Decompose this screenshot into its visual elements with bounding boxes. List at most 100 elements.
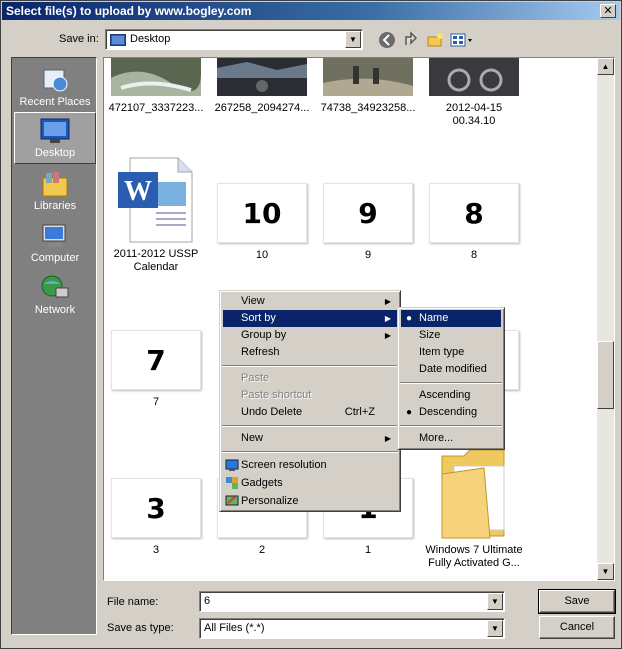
file-name-label: File name: [107, 596, 159, 608]
libraries-icon [42, 172, 68, 197]
scroll-down-button[interactable]: ▼ [597, 563, 614, 580]
file-caption: 10 [255, 249, 269, 261]
image-thumbnail: 3 [111, 478, 201, 538]
places-item-recent-places[interactable]: Recent Places [14, 62, 96, 114]
menu-item-label: Paste [241, 372, 270, 384]
scroll-up-button[interactable]: ▲ [597, 58, 614, 75]
menu-separator [222, 425, 398, 427]
file-item[interactable]: 10 10 [214, 183, 310, 262]
menu-item-label: Name [419, 312, 449, 324]
places-item-label: Libraries [33, 200, 77, 212]
file-dialog-window: Select file(s) to upload by www.bogley.c… [0, 0, 622, 649]
network-icon [41, 275, 69, 298]
places-item-desktop[interactable]: Desktop [14, 112, 96, 164]
file-caption: 267258_2094274... [214, 102, 310, 114]
image-thumbnail: 10 [217, 183, 307, 243]
title-bar[interactable]: Select file(s) to upload by www.bogley.c… [2, 2, 620, 20]
menu-item-new[interactable]: New ▶ [223, 430, 397, 447]
new-folder-icon[interactable] [425, 31, 445, 51]
sort-option-more[interactable]: More... [401, 430, 501, 447]
sort-option-size[interactable]: Size [401, 327, 501, 344]
places-item-label: Network [34, 304, 76, 316]
menu-separator [222, 365, 398, 367]
file-item[interactable]: 3 3 [108, 478, 204, 557]
submenu-arrow-icon: ▶ [384, 314, 391, 323]
sort-option-descending[interactable]: ● Descending [401, 404, 501, 421]
menu-item-gadgets[interactable]: Gadgets [223, 475, 397, 492]
context-menu: View ▶ Sort by ▶ Group by ▶ Refresh Past… [219, 290, 401, 512]
save-in-dropdown[interactable]: Desktop ▼ [105, 29, 363, 50]
file-caption: 2012-04-15 00.34.10 [445, 102, 503, 127]
folder-icon [441, 449, 505, 539]
menu-item-label: More... [419, 432, 454, 444]
file-item[interactable]: 74738_34923258... [320, 58, 416, 115]
menu-item-label: Date modified [419, 363, 487, 375]
file-item[interactable]: 267258_2094274... [214, 58, 310, 115]
chevron-down-icon[interactable]: ▼ [487, 620, 503, 637]
menu-item-label: Gadgets [241, 477, 283, 489]
sort-option-name[interactable]: ● Name [401, 310, 501, 327]
menu-item-paste-shortcut: Paste shortcut [223, 387, 397, 404]
file-item[interactable]: 9 9 [320, 183, 416, 262]
menu-item-group-by[interactable]: Group by ▶ [223, 327, 397, 344]
places-item-libraries[interactable]: Libraries [14, 166, 96, 218]
places-bar: Recent Places Desktop Libraries Computer… [11, 57, 97, 635]
close-button[interactable]: ✕ [600, 4, 616, 18]
menu-separator [400, 382, 502, 384]
menu-item-screen-resolution[interactable]: Screen resolution [223, 457, 397, 474]
menu-item-personalize[interactable]: Personalize [223, 493, 397, 510]
save-as-type-dropdown[interactable]: All Files (*.*) ▼ [199, 618, 505, 639]
save-as-type-label: Save as type: [107, 622, 174, 634]
recent-places-icon [43, 69, 68, 92]
menu-item-label: Item type [419, 346, 465, 358]
file-name-value: 6 [204, 595, 211, 607]
menu-item-undo-delete[interactable]: Undo Delete Ctrl+Z [223, 404, 397, 421]
menu-item-label: Size [419, 329, 441, 341]
vertical-scrollbar[interactable]: ▲ ▼ [597, 58, 614, 580]
file-item[interactable]: 2012-04-15 00.34.10 [426, 58, 522, 128]
file-caption: 472107_3337223... [108, 102, 204, 114]
menu-item-label: Refresh [241, 346, 280, 358]
menu-item-label: Screen resolution [241, 459, 327, 471]
save-as-type-value: All Files (*.*) [204, 622, 265, 634]
up-folder-icon[interactable] [401, 31, 421, 51]
photo-thumbnail [323, 58, 413, 96]
chevron-down-icon[interactable]: ▼ [345, 31, 361, 48]
file-caption: Windows 7 Ultimate Fully Activated G... [425, 544, 523, 569]
computer-icon [42, 224, 66, 247]
places-item-computer[interactable]: Computer [14, 218, 96, 270]
photo-thumbnail [217, 58, 307, 96]
menu-separator [400, 425, 502, 427]
file-item[interactable]: 7 7 [108, 330, 204, 409]
sort-by-submenu: ● Name Size Item type Date modified Asce… [397, 307, 505, 450]
image-thumbnail: 8 [429, 183, 519, 243]
save-button[interactable]: Save [538, 589, 616, 614]
places-item-label: Desktop [34, 147, 76, 159]
file-caption: 74738_34923258... [320, 102, 416, 114]
menu-item-label: Sort by [241, 312, 276, 324]
menu-item-view[interactable]: View ▶ [223, 293, 397, 310]
sort-option-ascending[interactable]: Ascending [401, 387, 501, 404]
menu-item-label: New [241, 432, 264, 444]
file-item[interactable]: 472107_3337223... [108, 58, 204, 115]
sort-option-date-modified[interactable]: Date modified [401, 361, 501, 378]
menu-item-refresh[interactable]: Refresh [223, 344, 397, 361]
view-menu-icon[interactable] [449, 31, 475, 51]
file-item[interactable]: 8 8 [426, 183, 522, 262]
back-icon[interactable] [377, 31, 397, 51]
gadgets-icon [225, 476, 239, 490]
menu-item-sort-by[interactable]: Sort by ▶ [223, 310, 397, 327]
radio-dot-icon: ● [406, 313, 413, 324]
chevron-down-icon[interactable]: ▼ [487, 593, 503, 610]
sort-option-item-type[interactable]: Item type [401, 344, 501, 361]
file-caption: 8 [470, 249, 478, 261]
places-item-network[interactable]: Network [14, 270, 96, 322]
file-item-word-doc[interactable]: W 2011-2012 USSP Calendar [108, 156, 204, 274]
radio-dot-icon: ● [406, 407, 413, 418]
folder-item[interactable]: Windows 7 Ultimate Fully Activated G... [422, 446, 526, 570]
scroll-thumb[interactable] [597, 341, 614, 409]
cancel-button[interactable]: Cancel [539, 616, 615, 639]
file-name-input[interactable]: 6 ▼ [199, 591, 505, 612]
submenu-arrow-icon: ▶ [384, 297, 391, 306]
submenu-arrow-icon: ▶ [384, 331, 391, 340]
